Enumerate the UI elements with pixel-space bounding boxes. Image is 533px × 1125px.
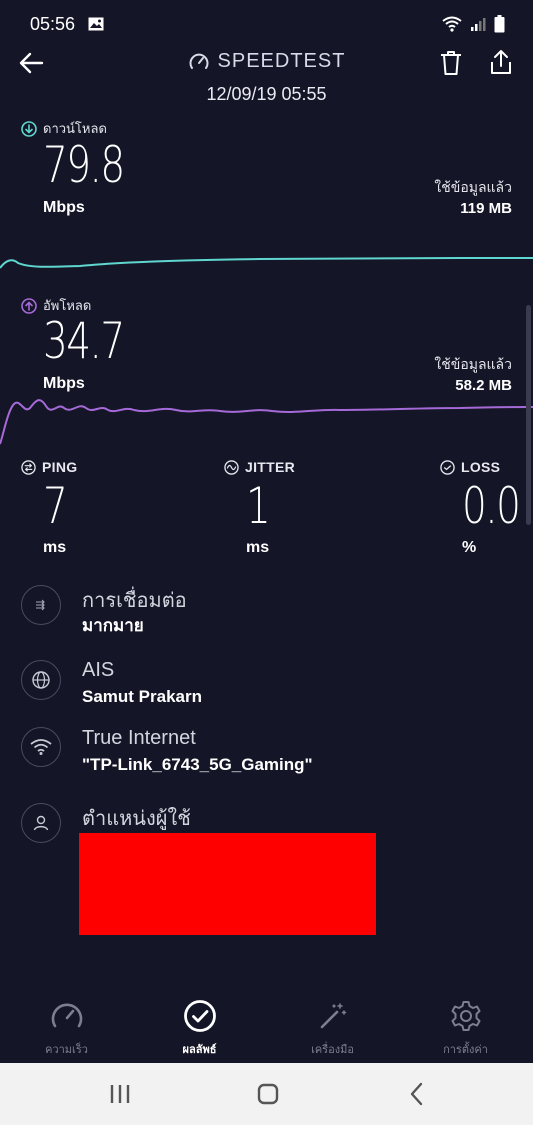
download-data-used-label: ใช้ข้อมูลแล้ว xyxy=(434,179,512,195)
jitter-value: 1 xyxy=(246,477,271,535)
result-date: 12/09/19 05:55 xyxy=(206,84,327,104)
nav-results[interactable]: ผลลัพธ์ xyxy=(133,990,266,1062)
magic-wand-icon xyxy=(320,1003,346,1029)
nav-settings-label: การตั้งค่า xyxy=(443,1043,488,1056)
loss-label-row: LOSS xyxy=(440,459,500,475)
share-icon[interactable] xyxy=(488,48,514,76)
loss-unit: % xyxy=(462,539,477,556)
globe-icon xyxy=(21,660,61,700)
upload-value: 34.7 xyxy=(43,312,125,370)
connection-value: มากมาย xyxy=(82,616,144,635)
status-time: 05:56 xyxy=(30,14,76,34)
loss-value: 0.0 xyxy=(462,477,521,535)
loss-label: LOSS xyxy=(461,459,501,475)
provider-title: True Internet xyxy=(82,727,196,749)
upload-graph-line xyxy=(0,399,533,445)
check-circle-icon xyxy=(183,1000,216,1032)
nav-tools[interactable]: เครื่องมือ xyxy=(266,990,399,1062)
app-title: SPEEDTEST xyxy=(217,50,346,72)
trash-icon[interactable] xyxy=(438,49,464,77)
bottom-nav: ความเร็ว ผลลัพธ์ เครื่องมือ การตั้งค่า xyxy=(0,990,533,1062)
server-title: AIS xyxy=(82,659,115,681)
wifi-network-icon xyxy=(21,727,61,767)
wifi-icon xyxy=(442,16,462,32)
download-graph-line xyxy=(0,257,533,269)
ping-label-row: PING xyxy=(21,459,77,475)
download-graph xyxy=(0,257,533,269)
speedometer-icon xyxy=(189,53,209,69)
recent-apps-icon[interactable] xyxy=(105,1081,135,1107)
user-icon xyxy=(21,803,61,843)
ping-value: 7 xyxy=(43,477,68,535)
upload-unit: Mbps xyxy=(43,375,85,392)
battery-icon xyxy=(494,15,505,33)
upload-data-used-label: ใช้ข้อมูลแล้ว xyxy=(434,356,512,372)
download-unit: Mbps xyxy=(43,199,85,216)
loss-icon xyxy=(440,459,455,475)
speedometer-icon xyxy=(51,1003,82,1028)
ping-icon xyxy=(21,459,36,475)
nav-speed-label: ความเร็ว xyxy=(45,1043,88,1056)
connections-icon xyxy=(21,585,61,625)
image-icon xyxy=(88,17,104,31)
download-data-used-value: 119 MB xyxy=(460,200,512,217)
nav-results-label: ผลลัพธ์ xyxy=(182,1043,217,1056)
server-location: Samut Prakarn xyxy=(82,687,202,706)
system-nav-bar xyxy=(0,1063,533,1125)
gear-icon xyxy=(451,1001,480,1031)
jitter-icon xyxy=(224,459,239,475)
download-data-used: ใช้ข้อมูลแล้ว 119 MB xyxy=(434,177,512,219)
nav-settings[interactable]: การตั้งค่า xyxy=(399,990,532,1062)
jitter-label: JITTER xyxy=(245,459,296,475)
download-value: 79.8 xyxy=(43,136,125,194)
upload-graph xyxy=(0,399,533,445)
signal-icon xyxy=(471,18,486,31)
upload-arrow-icon xyxy=(21,297,37,314)
download-arrow-icon xyxy=(21,120,37,137)
scrollbar[interactable] xyxy=(526,305,531,525)
home-icon[interactable] xyxy=(253,1081,283,1107)
ping-unit: ms xyxy=(43,539,67,556)
back-nav-icon[interactable] xyxy=(403,1081,433,1107)
network-name: "TP-Link_6743_5G_Gaming" xyxy=(82,755,313,774)
user-location-title: ตำแหน่งผู้ใช้ xyxy=(82,808,191,830)
nav-speed[interactable]: ความเร็ว xyxy=(0,990,133,1062)
upload-data-used: ใช้ข้อมูลแล้ว 58.2 MB xyxy=(434,354,512,396)
jitter-label-row: JITTER xyxy=(224,459,295,475)
ping-label: PING xyxy=(42,459,78,475)
jitter-unit: ms xyxy=(246,539,270,556)
nav-tools-label: เครื่องมือ xyxy=(311,1043,354,1056)
redacted-block xyxy=(79,833,376,935)
